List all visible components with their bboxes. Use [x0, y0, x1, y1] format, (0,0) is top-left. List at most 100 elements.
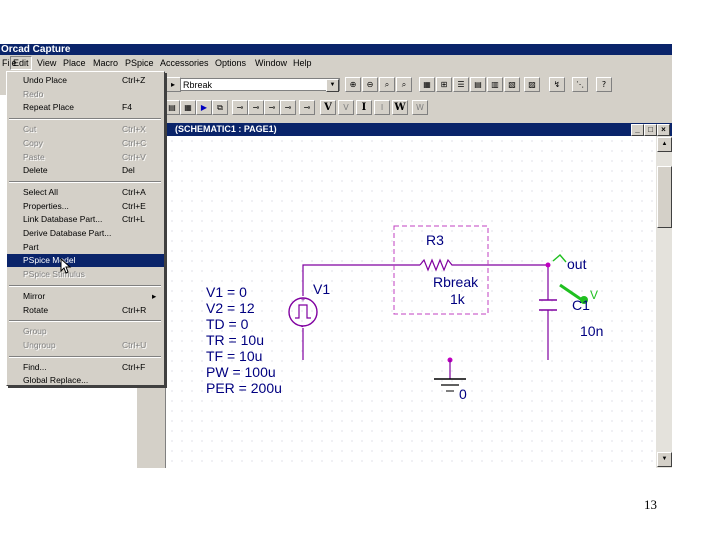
part-combo[interactable]: Rbreak ▼	[180, 78, 340, 92]
close-icon[interactable]: ×	[657, 124, 670, 136]
menu-item-shortcut: Ctrl+X	[122, 124, 146, 135]
zoom-area-icon[interactable]: ⌕	[379, 77, 395, 92]
menu-item-shortcut: Ctrl+V	[122, 151, 146, 162]
menu-pspice[interactable]: PSpice	[125, 58, 154, 68]
menu-item-global-replace[interactable]: Global Replace...	[7, 374, 164, 387]
chevron-down-icon[interactable]: ▼	[326, 79, 339, 92]
marker-voltage-diff-icon[interactable]: ⊸	[248, 100, 264, 115]
app-title: Orcad Capture	[1, 44, 71, 55]
menu-item-repeat-place[interactable]: Repeat Place F4	[7, 101, 164, 114]
menu-item-shortcut: Ctrl+L	[122, 214, 145, 225]
bias-w-toggle-icon[interactable]: W	[412, 100, 428, 115]
menu-help[interactable]: Help	[293, 58, 312, 68]
schematic-canvas[interactable]	[137, 136, 656, 468]
edit-menu-dropdown: Undo Place Ctrl+Z Redo Repeat Place F4 Cut Ctr…	[6, 71, 165, 386]
menu-item-properties[interactable]: Properties... Ctrl+E	[7, 200, 164, 213]
drc-icon[interactable]: ☰	[453, 77, 469, 92]
menu-item-label: Cut	[23, 124, 37, 135]
menu-item-pspice-model[interactable]: PSpice Model	[7, 254, 164, 268]
menu-options[interactable]: Options	[215, 58, 246, 68]
marker-current-icon[interactable]: ⊸	[264, 100, 280, 115]
menu-item-label: Link Database Part...	[23, 214, 103, 225]
navigate-icon[interactable]: ↯	[549, 77, 565, 92]
menu-item-label: Properties...	[23, 200, 69, 211]
vertical-scrollbar[interactable]: ▲ ▼	[656, 136, 672, 468]
menu-bar: File Edit View Place Macro PSpice Access…	[0, 55, 672, 71]
menu-edit[interactable]: Edit	[10, 56, 32, 70]
app-title-bar: Orcad Capture	[0, 44, 672, 55]
view-sim-results-icon[interactable]: ⧉	[212, 100, 228, 115]
minimize-icon[interactable]: _	[631, 124, 644, 136]
zoom-all-icon[interactable]: ⌕	[396, 77, 412, 92]
menu-item-delete[interactable]: Delete Del	[7, 164, 164, 177]
scroll-thumb[interactable]	[657, 166, 672, 228]
menu-window[interactable]: Window	[255, 58, 287, 68]
menu-separator	[9, 118, 161, 121]
menu-accessories[interactable]: Accessories	[160, 58, 209, 68]
menu-item-label: Mirror	[23, 290, 46, 301]
crossref-icon[interactable]: ▥	[487, 77, 503, 92]
menu-item-copy[interactable]: Copy Ctrl+C	[7, 137, 164, 150]
bias-i-icon[interactable]: I	[356, 100, 372, 115]
menu-item-label: Undo Place	[23, 75, 67, 85]
edit-sim-profile-icon[interactable]: ▤	[164, 100, 180, 115]
menu-item-find[interactable]: Find... Ctrl+F	[7, 361, 164, 374]
zoom-out-icon[interactable]: ⊖	[362, 77, 378, 92]
scroll-up-icon[interactable]: ▲	[657, 137, 672, 152]
menu-item-rotate[interactable]: Rotate Ctrl+R	[7, 304, 164, 317]
bias-v-glyph: V	[324, 102, 332, 113]
menu-item-label: Rotate	[23, 304, 49, 315]
project-manager-icon[interactable]: ▨	[524, 77, 540, 92]
menu-separator	[9, 180, 161, 183]
menu-item-label: Derive Database Part...	[23, 228, 112, 238]
menu-place[interactable]: Place	[63, 58, 86, 68]
menu-item-label: Ungroup	[23, 339, 56, 350]
menu-item-undo-place[interactable]: Undo Place Ctrl+Z	[7, 74, 164, 87]
backannotate-icon[interactable]: ⊞	[436, 77, 452, 92]
menu-item-label: Group	[23, 326, 47, 337]
marker-voltage-icon[interactable]: ⊸	[232, 100, 248, 115]
maximize-icon[interactable]: □	[644, 124, 657, 136]
part-combo-value: Rbreak	[183, 80, 213, 90]
menu-item-shortcut: Ctrl+C	[122, 137, 147, 148]
menu-item-label: Paste	[23, 151, 45, 162]
marker-power-icon[interactable]: ⊸	[280, 100, 296, 115]
menu-view[interactable]: View	[37, 58, 56, 68]
menu-macro[interactable]: Macro	[93, 58, 118, 68]
menu-item-link-database-part[interactable]: Link Database Part... Ctrl+L	[7, 213, 164, 226]
help-icon[interactable]: ?	[596, 77, 612, 92]
new-sim-profile-icon[interactable]: ▦	[180, 100, 196, 115]
menu-item-part[interactable]: Part	[7, 241, 164, 254]
menu-item-label: Delete	[23, 165, 48, 176]
menu-item-shortcut: Ctrl+E	[122, 200, 146, 211]
menu-separator	[9, 284, 161, 287]
menu-item-group[interactable]: Group	[7, 325, 164, 338]
bias-i-toggle-icon[interactable]: I	[374, 100, 390, 115]
annotate-icon[interactable]: ▦	[419, 77, 435, 92]
bias-v-toggle-icon[interactable]: V	[338, 100, 354, 115]
menu-item-ungroup[interactable]: Ungroup Ctrl+U	[7, 339, 164, 352]
menu-item-redo[interactable]: Redo	[7, 88, 164, 101]
menu-item-mirror[interactable]: Mirror ▸	[7, 290, 164, 303]
menu-item-pspice-stimulus[interactable]: PSpice Stimulus	[7, 268, 164, 281]
submenu-arrow-icon: ▸	[152, 290, 157, 301]
bias-v-icon[interactable]: V	[320, 100, 336, 115]
bom-icon[interactable]: ▧	[504, 77, 520, 92]
zoom-in-icon[interactable]: ⊕	[345, 77, 361, 92]
menu-item-derive-database-part[interactable]: Derive Database Part...	[7, 227, 164, 240]
bias-w-icon[interactable]: W	[392, 100, 408, 115]
menu-item-shortcut: Ctrl+U	[122, 339, 147, 350]
menu-separator	[9, 320, 161, 323]
menu-item-cut[interactable]: Cut Ctrl+X	[7, 123, 164, 136]
hierarchy-icon[interactable]: ⋱	[572, 77, 588, 92]
menu-item-shortcut: Del	[122, 165, 135, 176]
netlist-icon[interactable]: ▤	[470, 77, 486, 92]
schematic-title: (SCHEMATIC1 : PAGE1)	[175, 124, 277, 134]
menu-item-select-all[interactable]: Select All Ctrl+A	[7, 186, 164, 199]
bias-i-glyph: I	[361, 102, 367, 113]
run-icon[interactable]: ▶	[196, 100, 212, 115]
scroll-down-icon[interactable]: ▼	[657, 452, 672, 467]
menu-item-paste[interactable]: Paste Ctrl+V	[7, 151, 164, 164]
marker-extra-icon[interactable]: ⊸	[299, 100, 315, 115]
menu-item-shortcut: Ctrl+R	[122, 304, 147, 315]
